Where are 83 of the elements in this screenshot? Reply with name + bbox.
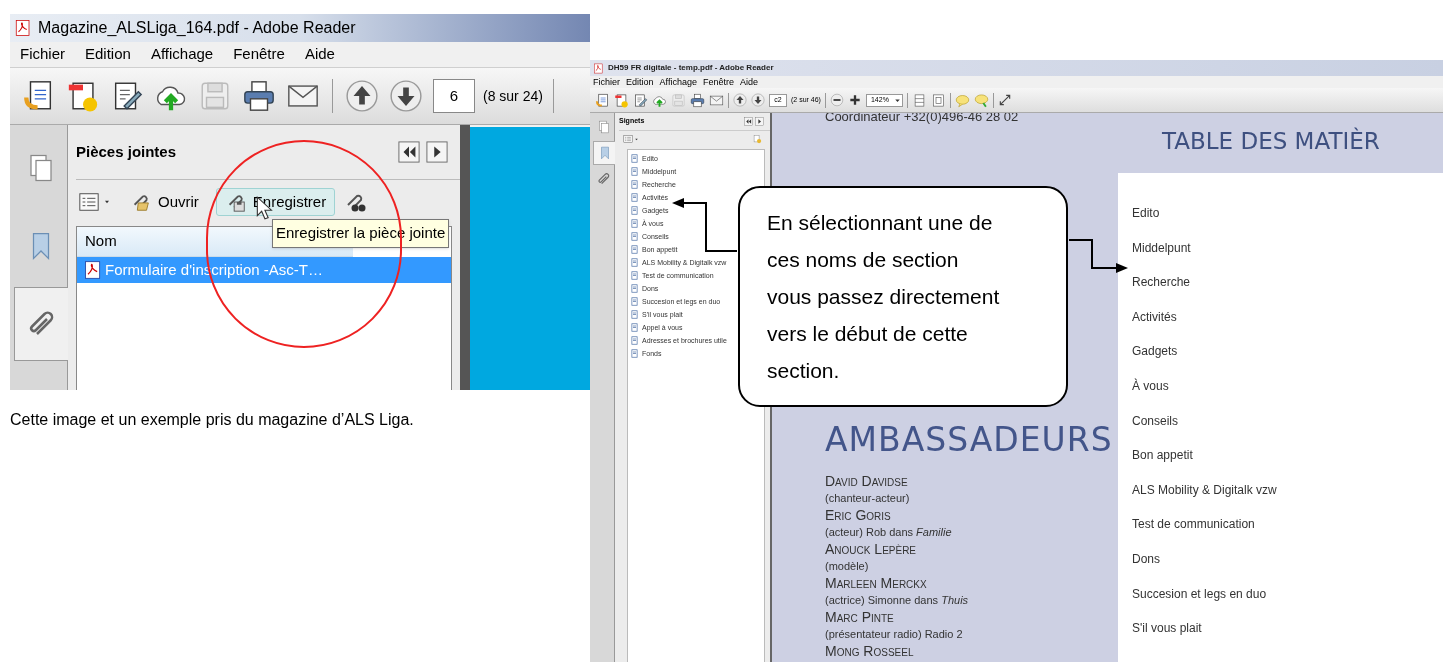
- menu-item[interactable]: Fenêtre: [233, 43, 285, 66]
- contents-entry: Dons: [1132, 550, 1161, 568]
- zoom-out-icon[interactable]: [829, 93, 844, 107]
- caret-icon: [103, 198, 111, 206]
- contents-entry: Succesion et legs en duo: [1132, 585, 1268, 603]
- contents-entry: Bon appetit: [1132, 447, 1194, 465]
- ambassador-role: (chanteur-acteur): [825, 491, 911, 506]
- page-icon: [630, 245, 639, 254]
- up-arrow-icon[interactable]: [733, 93, 747, 107]
- menu-item[interactable]: Fichier: [593, 77, 620, 87]
- page-number-field[interactable]: 6: [433, 79, 475, 113]
- pdf-file-icon: [14, 19, 32, 37]
- page-icon: [630, 232, 639, 241]
- ambassador-role: (acteur) Rob dans Familie: [825, 525, 953, 540]
- list-options-icon: [78, 191, 100, 213]
- paperclip-icon: [597, 172, 611, 186]
- ambassador-role: (modèle): [825, 559, 870, 574]
- menu-item[interactable]: Aide: [304, 43, 335, 66]
- menu-item[interactable]: Affichage: [659, 77, 697, 87]
- contents-entry: Edito: [1132, 205, 1161, 222]
- contents-entry: Recherche: [1132, 274, 1192, 292]
- callout-text: En sélectionnant une de ces noms de section vous passez directement vers le début de cette section.: [767, 210, 1001, 384]
- menu-item[interactable]: Affichage: [150, 43, 214, 66]
- contents-entry: Conseils: [1132, 412, 1180, 430]
- toolbar-button[interactable]: Ouvrir: [121, 188, 208, 216]
- ambassador-role: (actrice) Simonne dans Thuis: [825, 593, 970, 608]
- contents-entry: ALS Mobility & Digitalk vzw: [1132, 481, 1278, 499]
- list-options-icon: [623, 134, 633, 144]
- contents-entry: À vous: [1132, 377, 1170, 395]
- printer-icon[interactable]: [690, 92, 705, 108]
- menu-item[interactable]: Aide: [739, 77, 758, 87]
- contents-entry: Gadgets: [1132, 343, 1179, 361]
- ambassador-name: Eric Goris: [825, 507, 892, 524]
- expand-icon[interactable]: [997, 93, 1012, 107]
- pages-icon: [597, 120, 611, 134]
- ambassador-name: Marleen Merckx: [825, 575, 928, 592]
- ambassador-name: David Davidse: [825, 473, 909, 490]
- page-icon: [630, 180, 639, 189]
- page-icon: [630, 336, 639, 345]
- navigation-tab[interactable]: [14, 287, 68, 361]
- section-heading: AMBASSADEURS: [825, 421, 1114, 459]
- page-icon: [630, 167, 639, 176]
- ambassador-name: Mong Rosseel: [825, 643, 915, 660]
- contents-entry: Middelpunt: [1132, 239, 1192, 257]
- expand-button[interactable]: [755, 117, 764, 126]
- zoom-in-icon[interactable]: [847, 93, 862, 107]
- page-icon: [630, 193, 639, 202]
- page-icon: [630, 154, 639, 163]
- pdf-file-icon: [593, 62, 604, 74]
- pdf-file-icon: [83, 260, 103, 280]
- page-icon: [630, 219, 639, 228]
- ambassador-name: Anouck Lepère: [825, 541, 918, 558]
- menu-item[interactable]: Fichier: [20, 43, 65, 66]
- collapse-button[interactable]: [398, 141, 420, 163]
- page-icon: [630, 258, 639, 267]
- contents-entry: S'il vous plait: [1132, 620, 1203, 638]
- page-icon: [630, 310, 639, 319]
- menu-item[interactable]: Edition: [626, 77, 654, 87]
- ambassador-role: (présentateur radio) Radio 2: [825, 627, 964, 642]
- page-icon: [630, 297, 639, 306]
- page-icon: [630, 206, 639, 215]
- contents-entry: Test de communication: [1132, 516, 1256, 534]
- contents-entry: Activités: [1132, 308, 1178, 326]
- page-icon: [630, 323, 639, 332]
- panel-title: Pièces jointes: [76, 141, 177, 162]
- printer-icon[interactable]: [242, 79, 276, 113]
- page-count: (8 sur 24): [483, 86, 543, 106]
- page-icon: [630, 271, 639, 280]
- full-page-icon[interactable]: [930, 92, 946, 108]
- window-title: Magazine_ALSLiga_164.pdf - Adobe Reader: [38, 18, 356, 38]
- menu-item[interactable]: Edition: [85, 43, 131, 66]
- window-title: DH59 FR digitale - temp.pdf - Adobe Reader: [608, 62, 774, 74]
- menu-item[interactable]: Fenêtre: [702, 77, 734, 87]
- page-fit-icon[interactable]: [911, 92, 927, 108]
- expand-button[interactable]: [426, 141, 448, 163]
- page-icon: [630, 284, 639, 293]
- collapse-button[interactable]: [744, 117, 753, 126]
- page-icon: [630, 349, 639, 358]
- envelope-icon[interactable]: [709, 92, 724, 108]
- down-arrow-icon[interactable]: [751, 93, 765, 107]
- ambassador-name: Marc Pinte: [825, 609, 895, 626]
- page-heading: TABLE DES MATIÈR: [1162, 126, 1381, 156]
- caption: Cette image et un exemple pris du magazine d’ALS Liga.: [10, 410, 414, 430]
